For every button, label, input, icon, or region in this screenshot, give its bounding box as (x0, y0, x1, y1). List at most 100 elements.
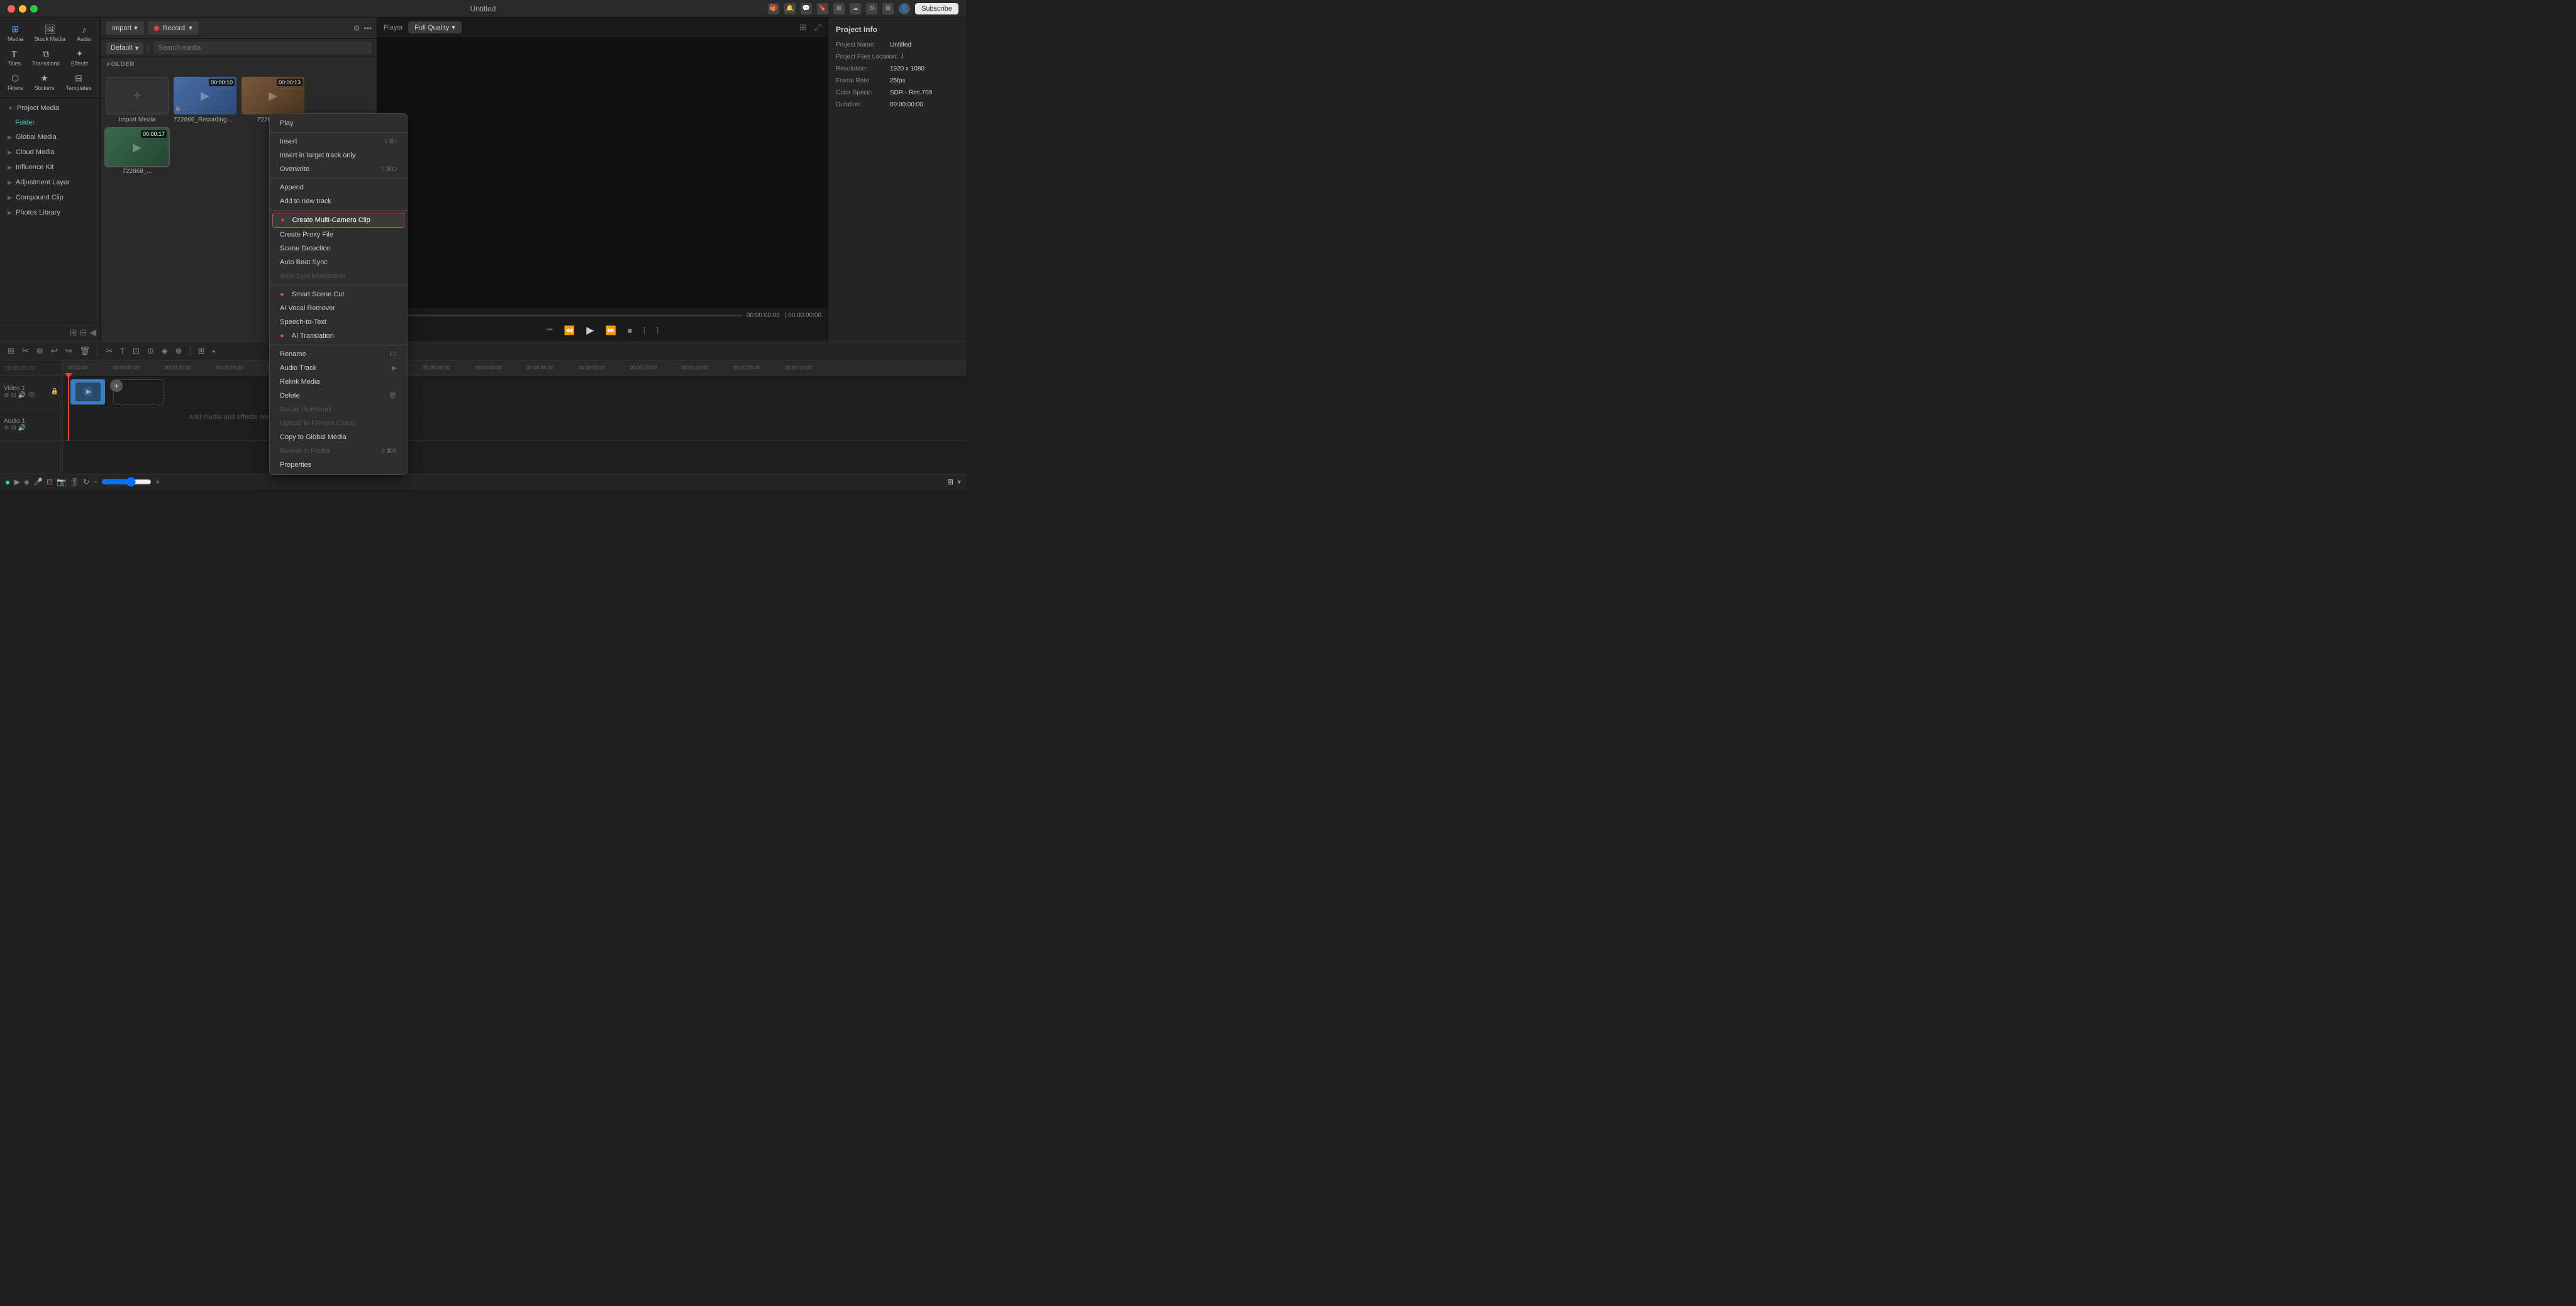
toolbar-stock[interactable]: 🖼 Stock Media (30, 21, 71, 45)
toolbar-audio[interactable]: ♪ Audio (72, 22, 96, 45)
more-tl-icon[interactable]: • (210, 345, 218, 357)
ctx-audio-track[interactable]: Audio Track ▶ (270, 361, 407, 375)
toolbar-stickers[interactable]: ★ Stickers (30, 70, 60, 94)
audio1-volume-icon[interactable]: 🔊 (18, 425, 26, 432)
ctx-rename[interactable]: Rename F2 (270, 347, 407, 361)
close-button[interactable] (8, 5, 15, 13)
media-item-2[interactable]: ▶ 00:00:17 722869_... (106, 128, 169, 175)
ctx-insert[interactable]: Insert ⇧⌘I (270, 135, 407, 148)
sidebar-item-global-media[interactable]: ▶ Global Media (0, 130, 100, 145)
grid-icon[interactable]: ⊞ (882, 3, 894, 14)
bookmark-icon[interactable]: 🔖 (817, 3, 828, 14)
screen-capture-icon[interactable]: ⊡ (47, 477, 53, 486)
audio1-add-icon[interactable]: ⊕ (4, 425, 9, 432)
filter-icon[interactable]: ⚙ (353, 24, 360, 33)
maximize-button[interactable] (30, 5, 38, 13)
playhead[interactable] (68, 376, 69, 441)
more-options-icon[interactable]: ••• (364, 24, 372, 33)
collapse-icon[interactable]: ◀ (89, 327, 96, 338)
magnet-icon[interactable]: ✂ (19, 345, 31, 357)
ctx-ai-translation[interactable]: ● AI Translation (270, 329, 407, 343)
cut-icon[interactable]: ✂ (103, 345, 115, 357)
video1-lock-icon[interactable]: 🔒 (51, 388, 58, 395)
audio-mixer-icon[interactable]: 🎚 (70, 477, 79, 486)
loop-icon[interactable]: ↻ (83, 477, 89, 486)
toolbar-effects[interactable]: ✦ Effects (66, 46, 93, 69)
player-progress-bar[interactable] (384, 315, 741, 316)
play-tl-icon[interactable]: ▶ (14, 477, 19, 486)
bell-icon[interactable]: 🔔 (784, 3, 796, 14)
split-screen-icon[interactable]: ⊞ (799, 22, 807, 33)
add-folder-icon[interactable]: ⊞ (70, 327, 77, 338)
ctx-append[interactable]: Append (270, 181, 407, 194)
toolbar-transitions[interactable]: ⧉ Transitions (27, 46, 65, 69)
ctx-scene-detection[interactable]: Scene Detection (270, 242, 407, 255)
subscribe-button[interactable]: Subscribe (915, 3, 958, 14)
zoom-out-icon[interactable]: − (93, 477, 97, 486)
layout-icon[interactable]: ⊞ (947, 477, 953, 486)
link-icon[interactable]: ⊛ (34, 345, 46, 357)
audio1-copy-icon[interactable]: ⊟ (11, 425, 16, 432)
prev-frame-button[interactable]: ⏮ (544, 325, 555, 336)
ctx-speech-to-text[interactable]: Speech-to-Text (270, 315, 407, 329)
ctx-create-multicam[interactable]: ● Create Multi-Camera Clip (272, 213, 404, 228)
media-add-icon-0[interactable]: ⊕ (175, 106, 180, 113)
fullscreen-icon[interactable]: ⤢ (814, 22, 821, 33)
marker-add-icon[interactable]: ◈ (24, 477, 30, 486)
timeline-clip-video1[interactable] (70, 379, 105, 405)
step-forward-button[interactable]: ⏩ (603, 324, 619, 337)
record-button[interactable]: Record ▾ (148, 21, 199, 35)
import-button[interactable]: Import ▾ (106, 21, 144, 35)
screen-icon[interactable]: ⊞ (833, 3, 845, 14)
ctx-add-new-track[interactable]: Add to new track (270, 194, 407, 208)
stop-button[interactable]: ⏹ (625, 324, 635, 337)
toolbar-media[interactable]: ⊞ Media (3, 21, 28, 45)
ctx-copy-global[interactable]: Copy to Global Media (270, 430, 407, 444)
toolbar-templates[interactable]: ⊟ Templates (61, 70, 97, 94)
quality-button[interactable]: Full Quality ▾ (408, 21, 462, 33)
ctx-auto-beat-sync[interactable]: Auto Beat Sync (270, 255, 407, 269)
ctx-ai-vocal[interactable]: AI Vocal Remover (270, 301, 407, 315)
ctx-overwrite[interactable]: Overwrite ⇧⌘O (270, 162, 407, 176)
gift-icon[interactable]: 🎁 (768, 3, 779, 14)
crop-icon[interactable]: ⊡ (130, 345, 142, 357)
ctx-smart-scene-cut[interactable]: ● Smart Scene Cut (270, 287, 407, 301)
text-icon[interactable]: T (118, 345, 128, 357)
sidebar-item-project-media[interactable]: ▼ Project Media (0, 101, 100, 116)
camera-icon[interactable]: 📷 (57, 477, 66, 486)
in-point-button[interactable]: [ (641, 325, 648, 335)
chat-icon[interactable]: 💬 (801, 3, 812, 14)
ctx-delete[interactable]: Delete 🗑 (270, 389, 407, 403)
video1-volume-icon[interactable]: 🔊 (18, 392, 26, 399)
step-back-button[interactable]: ⏪ (562, 324, 577, 337)
ctx-insert-target[interactable]: Insert in target track only (270, 148, 407, 162)
grid-layout-icon[interactable]: ⊞ (196, 345, 208, 357)
media-item-0[interactable]: ▶ 00:00:10 ⊕ 722866_Recording P... (174, 77, 236, 123)
cloud-icon[interactable]: ☁ (850, 3, 861, 14)
avatar[interactable]: 👤 (899, 3, 910, 14)
default-view-button[interactable]: Default ▾ (106, 42, 143, 54)
snap-icon[interactable]: ⊞ (5, 345, 17, 357)
redo-icon[interactable]: ↪ (63, 345, 75, 357)
search-input[interactable] (153, 42, 372, 54)
play-button[interactable]: ▶ (584, 323, 596, 338)
out-point-button[interactable]: ] (654, 325, 661, 335)
ctx-create-proxy[interactable]: Create Proxy File (270, 228, 407, 242)
toolbar-titles[interactable]: T Titles (3, 47, 26, 69)
video1-eye-icon[interactable]: 👁 (28, 392, 36, 399)
import-folder-icon[interactable]: ⊟ (79, 327, 87, 338)
settings-icon[interactable]: ⚙ (866, 3, 877, 14)
import-media-thumb[interactable]: + (106, 77, 169, 114)
undo-icon[interactable]: ↩ (48, 345, 60, 357)
delete-tl-icon[interactable]: 🗑 (77, 345, 93, 357)
toolbar-filters[interactable]: ⬡ Filters (3, 70, 28, 94)
marker-icon[interactable]: ◈ (159, 345, 170, 357)
zoom-slider[interactable] (101, 477, 152, 487)
import-media-item[interactable]: + Import Media (106, 77, 169, 123)
sidebar-item-folder[interactable]: Folder (0, 116, 100, 130)
ctx-relink-media[interactable]: Relink Media (270, 375, 407, 389)
speed-icon[interactable]: ⊙ (145, 345, 157, 357)
zoom-in-icon[interactable]: + (155, 477, 160, 486)
layout-options-icon[interactable]: ▾ (957, 477, 961, 486)
video1-add-icon[interactable]: ⊕ (4, 392, 9, 399)
